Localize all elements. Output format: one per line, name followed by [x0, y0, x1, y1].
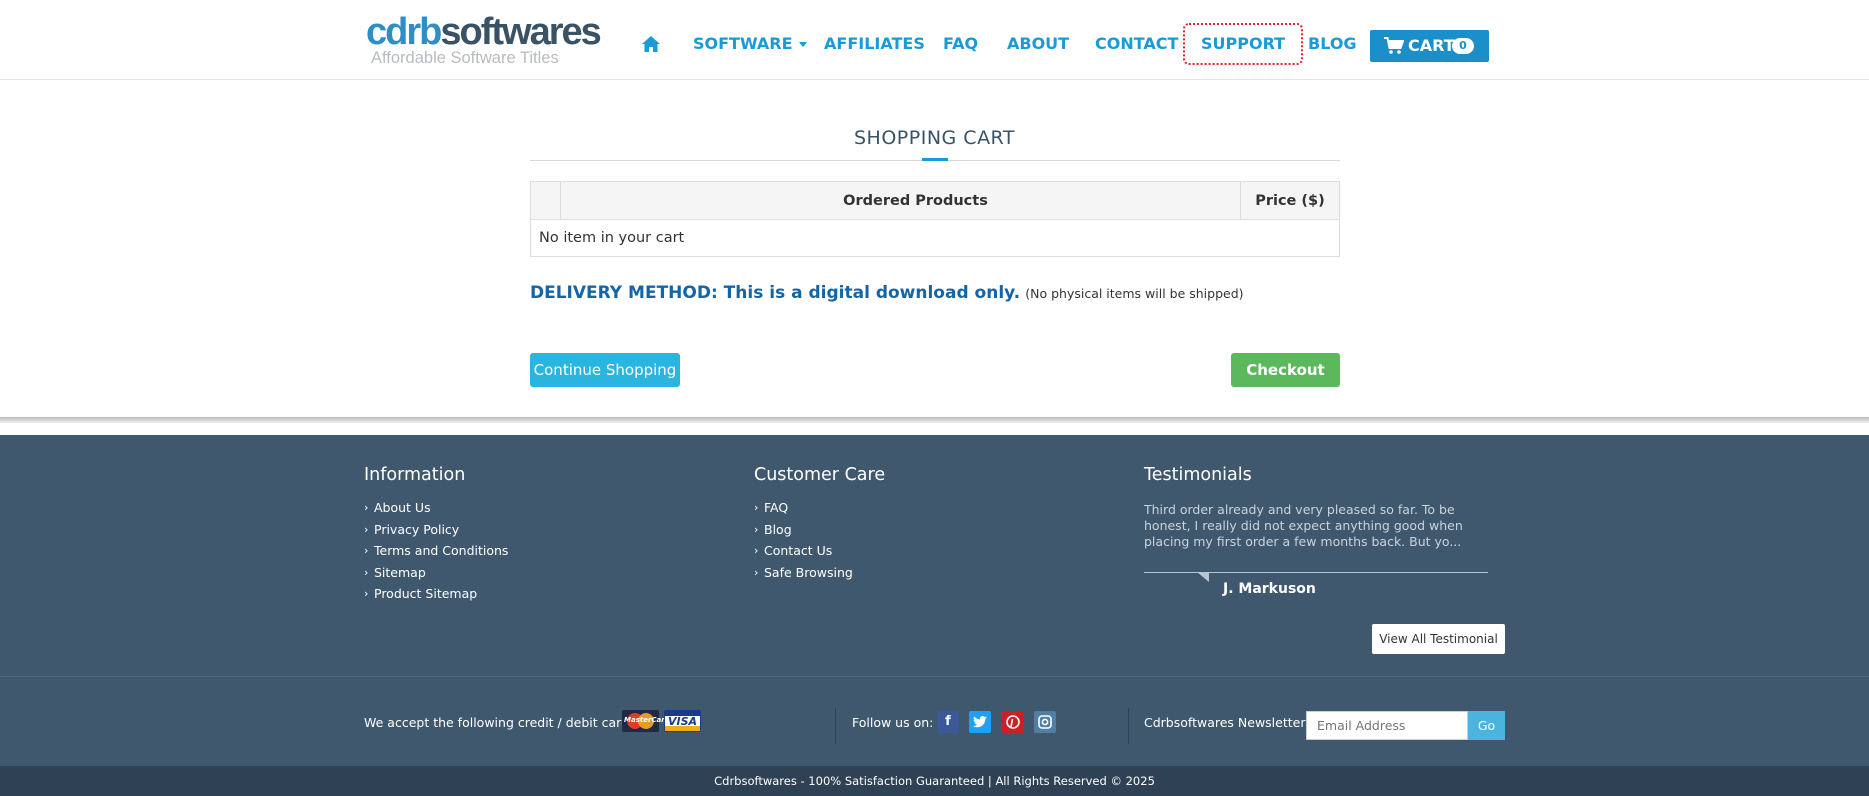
- twitter-icon[interactable]: [969, 711, 991, 733]
- copyright-text: Cdrbsoftwares - 100% Satisfaction Guaran…: [0, 766, 1869, 796]
- table-header-row: Ordered Products Price ($): [531, 182, 1339, 220]
- footer-information-list: › About Us › Privacy Policy › Terms and Con…: [364, 497, 508, 605]
- logo-part1: cdrb: [366, 11, 442, 53]
- footer-link-terms[interactable]: › Terms and Conditions: [364, 540, 508, 562]
- chevron-right-icon: ›: [754, 522, 759, 536]
- nav-blog[interactable]: BLOG: [1308, 24, 1357, 64]
- instagram-glyph: [1038, 715, 1052, 729]
- chevron-right-icon: ›: [364, 565, 369, 579]
- visa-text: VISA: [668, 715, 698, 728]
- nav-support[interactable]: SUPPORT: [1183, 23, 1304, 65]
- footer-link-label: About Us: [374, 500, 431, 515]
- nav-software[interactable]: SOFTWARE: [693, 24, 807, 64]
- empty-cart-message: No item in your cart: [539, 230, 685, 246]
- footer-link-sitemap[interactable]: › Sitemap: [364, 562, 508, 584]
- cart-label: CART: [1408, 36, 1455, 55]
- continue-shopping-button[interactable]: Continue Shopping: [530, 353, 680, 387]
- nav-affiliates[interactable]: AFFILIATES: [824, 24, 925, 64]
- footer-link-about-us[interactable]: › About Us: [364, 497, 508, 519]
- footer-link-label: Product Sitemap: [374, 586, 478, 601]
- footer-link-privacy-policy[interactable]: › Privacy Policy: [364, 519, 508, 541]
- chevron-down-icon: [798, 42, 807, 47]
- chevron-right-icon: ›: [364, 544, 369, 557]
- delivery-method: DELIVERY METHOD: This is a digital downl…: [530, 283, 1244, 303]
- footer-customer-care-title: Customer Care: [754, 465, 886, 485]
- logo-part2: softwares: [440, 11, 601, 53]
- footer-link-label: FAQ: [764, 500, 789, 515]
- footer-link-faq[interactable]: › FAQ: [754, 497, 853, 519]
- cart-count-badge: 0: [1452, 38, 1474, 54]
- twitter-bird-glyph: [973, 716, 987, 728]
- checkout-button[interactable]: Checkout: [1231, 353, 1340, 387]
- instagram-icon[interactable]: [1034, 711, 1056, 733]
- chevron-right-icon: ›: [754, 501, 759, 514]
- footer-information-title: Information: [364, 465, 466, 485]
- logo-wordmark: cdrbsoftwares: [366, 11, 602, 53]
- page-title: SHOPPING CART: [854, 127, 1015, 149]
- footer-customer-care-list: › FAQ › Blog › Contact Us › Safe Browsing: [754, 497, 853, 583]
- column-header-select: [531, 182, 560, 220]
- footer-separator: [1128, 708, 1129, 744]
- home-icon[interactable]: [641, 35, 661, 53]
- chevron-right-icon: ›: [754, 544, 759, 557]
- mastercard-text: MasterCard: [624, 716, 670, 724]
- quote-pointer: [1197, 572, 1209, 582]
- pinterest-icon[interactable]: [1002, 711, 1024, 733]
- chevron-right-icon: ›: [364, 501, 369, 514]
- testimonial-divider: [1144, 572, 1488, 573]
- newsletter-go-button[interactable]: Go: [1468, 711, 1505, 740]
- footer-link-label: Contact Us: [764, 543, 833, 558]
- chevron-right-icon: ›: [364, 522, 369, 536]
- follow-us-label: Follow us on:: [852, 715, 934, 730]
- testimonial-author: J. Markuson: [1223, 581, 1316, 597]
- footer-link-label: Sitemap: [374, 564, 426, 580]
- nav-contact[interactable]: CONTACT: [1095, 24, 1178, 64]
- chevron-right-icon: ›: [364, 587, 369, 600]
- footer-link-label: Terms and Conditions: [374, 543, 509, 558]
- column-header-price: Price ($): [1255, 193, 1325, 209]
- footer-separator: [835, 708, 836, 744]
- site-header: cdrbsoftwares Affordable Software Titles…: [0, 0, 1869, 80]
- testimonial-text: Third order already and very pleased so …: [1144, 502, 1463, 549]
- facebook-icon[interactable]: f: [937, 711, 959, 733]
- view-all-testimonials-button[interactable]: View All Testimonial: [1372, 624, 1505, 654]
- footer-link-safe-browsing[interactable]: › Safe Browsing: [754, 562, 853, 584]
- site-footer: Information › About Us › Privacy Policy › T…: [0, 435, 1869, 796]
- footer-link-label: Safe Browsing: [764, 564, 853, 580]
- title-accent-bar: [922, 158, 948, 161]
- chevron-right-icon: ›: [754, 565, 759, 579]
- footer-divider: [0, 676, 1869, 677]
- footer-link-label: Privacy Policy: [374, 521, 460, 537]
- site-logo[interactable]: cdrbsoftwares Affordable Software Titles: [366, 11, 602, 66]
- content-shadow-divider: [0, 417, 1869, 423]
- footer-link-product-sitemap[interactable]: › Product Sitemap: [364, 583, 508, 605]
- column-header-products: Ordered Products: [843, 193, 988, 209]
- footer-link-contact-us[interactable]: › Contact Us: [754, 540, 853, 562]
- cart-table: Ordered Products Price ($) No item in yo…: [530, 181, 1340, 257]
- pinterest-glyph: [1006, 715, 1020, 729]
- nav-software-label: SOFTWARE: [693, 34, 793, 53]
- delivery-method-title: DELIVERY METHOD: This is a digital downl…: [530, 283, 1021, 303]
- footer-link-label: Blog: [764, 521, 792, 537]
- visa-icon: VISA: [664, 710, 701, 732]
- nav-about[interactable]: ABOUT: [1007, 24, 1069, 64]
- footer-link-blog[interactable]: › Blog: [754, 519, 853, 541]
- cart-button[interactable]: CART 0: [1370, 30, 1489, 62]
- newsletter-label: Cdrbsoftwares Newsletter:: [1144, 715, 1310, 730]
- delivery-method-note: (No physical items will be shipped): [1025, 286, 1244, 301]
- newsletter-email-input[interactable]: [1306, 711, 1468, 740]
- payment-cards-label: We accept the following credit / debit c…: [364, 715, 640, 730]
- shopping-cart-icon: [1384, 37, 1404, 54]
- mastercard-icon: MasterCard: [622, 710, 670, 732]
- footer-testimonials-title: Testimonials: [1144, 465, 1252, 485]
- nav-faq[interactable]: FAQ: [943, 24, 978, 64]
